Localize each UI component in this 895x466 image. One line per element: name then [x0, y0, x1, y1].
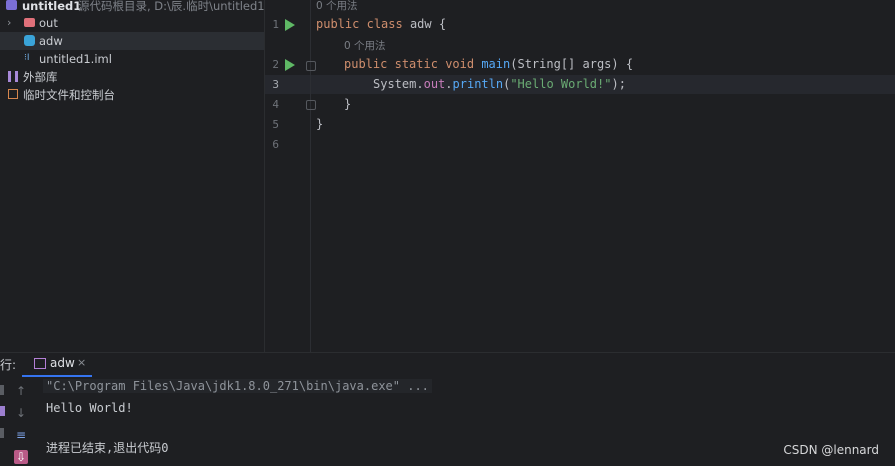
tree-item-label: 外部库 [23, 70, 58, 84]
java-class-icon [24, 35, 35, 46]
code-keyword: static [394, 57, 438, 71]
code-keyword: class [366, 17, 403, 31]
code-line-2: public static void main(String[] args) { [344, 57, 633, 71]
line-number: 1 [272, 18, 279, 31]
tree-root-path: 源代码根目录, D:\辰.临时\untitled1 [78, 0, 265, 13]
code-brace: { [625, 57, 634, 71]
code-line-5: } [316, 117, 324, 131]
code-line-4: } [344, 97, 352, 111]
console-exit-line: 进程已结束,退出代码0 [46, 441, 169, 455]
tab-adw[interactable]: adw × [22, 353, 92, 377]
line-number: 4 [272, 98, 279, 111]
tree-root-label: untitled1 [22, 0, 82, 13]
method-name: main [481, 57, 511, 71]
folder-icon [24, 18, 35, 27]
watermark: CSDN @lennard [783, 443, 879, 457]
code-paren: ); [611, 77, 626, 91]
tree-item-label: out [39, 16, 58, 30]
line-number: 5 [272, 118, 279, 131]
fold-icon[interactable] [306, 100, 316, 110]
code-keyword: public [344, 57, 388, 71]
tree-item-label: 临时文件和控制台 [23, 88, 115, 102]
string-literal: "Hello World!" [510, 77, 612, 91]
param-type: String[] [517, 57, 576, 71]
tree-item-out[interactable]: › out [0, 14, 264, 32]
fold-icon[interactable] [306, 61, 316, 71]
tree-item-external-libs[interactable]: 外部库 [0, 68, 264, 86]
fold-guide [310, 0, 311, 352]
tab-label: adw [50, 356, 75, 370]
tree-root-row[interactable]: untitled1 源代码根目录, D:\辰.临时\untitled1 [0, 0, 264, 15]
arrow-up-icon[interactable]: ↑ [14, 384, 28, 398]
code-dot: . [416, 77, 424, 91]
class-ref: System [373, 77, 417, 91]
field-ref: out [423, 77, 446, 91]
code-editor[interactable]: 0 个用法 1 public class adw { 0 个用法 2 publi… [265, 0, 895, 352]
run-tab-bar: 行: adw × [0, 353, 895, 377]
run-gutter-icon[interactable] [285, 59, 295, 71]
stop-icon[interactable] [0, 428, 4, 438]
code-keyword: public [316, 17, 360, 31]
run-window-title: 行: [0, 358, 17, 372]
arrow-down-icon[interactable]: ↓ [14, 406, 28, 420]
line-number: 2 [272, 58, 279, 71]
close-icon[interactable]: × [77, 356, 86, 369]
library-icon [8, 71, 18, 82]
line-number: 3 [272, 78, 279, 91]
class-name: adw [409, 17, 432, 31]
usage-hint[interactable]: 0 个用法 [316, 0, 358, 13]
tree-item-iml[interactable]: ⁝I untitled1.iml [0, 50, 264, 68]
tree-item-adw[interactable]: adw [0, 32, 264, 50]
tree-item-scratches[interactable]: 临时文件和控制台 [0, 86, 264, 104]
scratches-icon [8, 89, 18, 99]
rerun-icon[interactable] [0, 385, 4, 395]
usage-hint[interactable]: 0 个用法 [344, 38, 386, 53]
code-dot: . [445, 77, 453, 91]
module-icon [6, 0, 17, 10]
code-line-3: System.out.println("Hello World!"); [373, 77, 626, 91]
console-output-line: Hello World! [46, 401, 133, 415]
tree-item-label: untitled1.iml [39, 52, 112, 66]
console-command-line: "C:\Program Files\Java\jdk1.8.0_271\bin\… [43, 379, 432, 393]
iml-file-icon: ⁝I [24, 53, 30, 63]
project-tree-panel: untitled1 源代码根目录, D:\辰.临时\untitled1 › ou… [0, 0, 265, 352]
tree-item-label: adw [39, 34, 63, 48]
method-call: println [452, 77, 504, 91]
param-name: args [582, 57, 612, 71]
run-gutter-icon[interactable] [285, 19, 295, 31]
code-paren: ) [611, 57, 619, 71]
settings-icon[interactable] [0, 406, 5, 416]
line-number: 6 [272, 138, 279, 151]
scroll-to-end-icon[interactable]: ⇩ [14, 450, 28, 464]
code-brace: { [438, 17, 447, 31]
run-side-toolbar: ↑ ↓ ≡ ⇩ [0, 376, 34, 466]
run-tool-window: 行: adw × ↑ ↓ ≡ ⇩ "C:\Program Files\Java\… [0, 352, 895, 466]
code-line-1: public class adw { [316, 17, 446, 31]
run-config-icon [34, 358, 46, 369]
soft-wrap-icon[interactable]: ≡ [14, 428, 28, 442]
chevron-right-icon[interactable]: › [7, 14, 11, 32]
code-keyword: void [445, 57, 475, 71]
